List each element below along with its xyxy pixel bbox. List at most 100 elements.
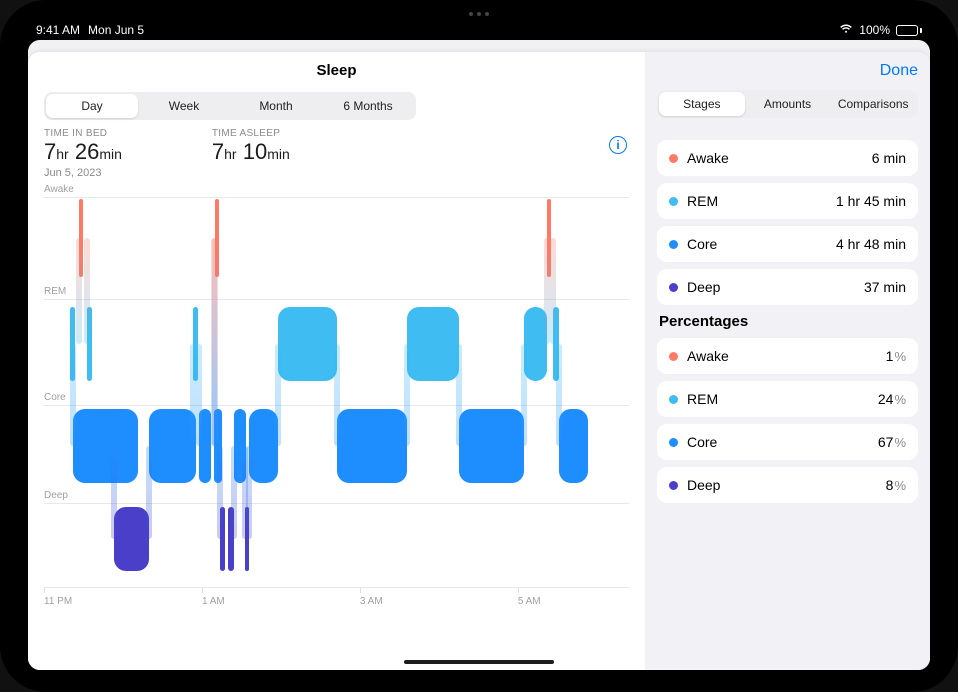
metric-date: Jun 5, 2023 — [44, 167, 629, 179]
time-asleep: TIME ASLEEP 7hr 10min — [212, 128, 290, 165]
stage-value: 4 hr 48 min — [836, 236, 906, 252]
metrics: TIME IN BED 7hr 26min TIME ASLEEP 7hr 10… — [44, 128, 629, 165]
pct-name: Deep — [687, 477, 720, 493]
stage-dot-icon — [669, 197, 678, 206]
stage-value: 6 min — [872, 150, 906, 166]
chart-segment — [249, 409, 278, 483]
stage-card-deep[interactable]: Deep37 min — [657, 269, 918, 305]
chart-connector — [211, 238, 217, 446]
chart-segment — [337, 409, 407, 483]
tab-day[interactable]: Day — [46, 94, 138, 118]
device-dots — [469, 12, 489, 16]
status-date: Mon Jun 5 — [88, 23, 144, 37]
home-indicator[interactable] — [404, 660, 554, 664]
left-pane: Sleep Day Week Month 6 Months TIME IN BE… — [28, 52, 645, 670]
sleep-chart[interactable]: Awake REM Core Deep — [44, 187, 629, 607]
stage-dot-icon — [669, 481, 678, 490]
tab-stages[interactable]: Stages — [659, 92, 745, 116]
stage-dot-icon — [669, 154, 678, 163]
stage-value: 1 hr 45 min — [836, 193, 906, 209]
asleep-hours: 7 — [212, 139, 224, 164]
bed-mins: 26 — [75, 139, 99, 164]
right-pane: Done Stages Amounts Comparisons Awake 6 m… — [645, 52, 930, 670]
chart-segment — [73, 409, 137, 483]
chart-segment — [114, 507, 149, 571]
ipad-frame: 9:41 AM Mon Jun 5 100% Sleep Day Week Mo… — [0, 0, 958, 692]
sleep-card: Sleep Day Week Month 6 Months TIME IN BE… — [28, 52, 930, 670]
chart-connector — [246, 446, 252, 539]
percentages-list: Awake 1% REM 24% Core 67% Deep 8% — [657, 338, 918, 503]
xlabel-5am: 5 AM — [518, 596, 541, 607]
pct-card-deep[interactable]: Deep 8% — [657, 467, 918, 503]
chart-connector — [196, 344, 202, 446]
xlabel-1am: 1 AM — [202, 596, 225, 607]
pct-name: REM — [687, 391, 718, 407]
stage-card-core[interactable]: Core 4 hr 48 min — [657, 226, 918, 262]
tab-amounts[interactable]: Amounts — [745, 92, 831, 116]
stage-dot-icon — [669, 395, 678, 404]
chart-connector — [556, 344, 562, 446]
percentages-header: Percentages — [659, 313, 918, 330]
chart-connector — [84, 238, 90, 344]
chart-connector — [334, 344, 340, 446]
pct-name: Awake — [687, 348, 729, 364]
row-label-core: Core — [44, 392, 66, 405]
chart-connector — [275, 344, 281, 446]
chart-connector — [111, 446, 117, 539]
status-bar: 9:41 AM Mon Jun 5 100% — [28, 22, 930, 40]
bed-hours: 7 — [44, 139, 56, 164]
tab-week[interactable]: Week — [138, 94, 230, 118]
chart-segment — [559, 409, 588, 483]
asleep-mins: 10 — [243, 139, 267, 164]
row-label-rem: REM — [44, 286, 66, 299]
stage-name: Core — [687, 236, 717, 252]
done-button[interactable]: Done — [880, 62, 918, 80]
chart-connector — [76, 238, 82, 344]
time-asleep-label: TIME ASLEEP — [212, 128, 290, 139]
tab-month[interactable]: Month — [230, 94, 322, 118]
chart-connector — [550, 238, 556, 344]
page-title: Sleep — [44, 62, 629, 82]
stage-name: REM — [687, 193, 718, 209]
chart-segment — [149, 409, 196, 483]
stage-dot-icon — [669, 283, 678, 292]
xlabel-11pm: 11 PM — [44, 596, 72, 607]
chart-segment — [278, 307, 337, 381]
stages-list: Awake 6 min REM 1 hr 45 min Core 4 hr 48 min D… — [657, 140, 918, 305]
stage-card-awake[interactable]: Awake 6 min — [657, 140, 918, 176]
battery-pct: 100% — [859, 23, 890, 37]
row-label-awake: Awake — [44, 184, 74, 197]
pct-value: 67% — [878, 434, 906, 450]
tab-comparisons[interactable]: Comparisons — [830, 92, 916, 116]
wifi-icon — [839, 23, 853, 37]
chart-connector — [231, 446, 237, 539]
chart-connector — [521, 344, 527, 446]
tab-6months[interactable]: 6 Months — [322, 94, 414, 118]
screen: Sleep Day Week Month 6 Months TIME IN BE… — [28, 40, 930, 670]
chart-connector — [456, 344, 462, 446]
stage-value: 37 min — [864, 279, 906, 295]
stage-dot-icon — [669, 352, 678, 361]
info-icon[interactable]: i — [609, 136, 627, 154]
chart-segment — [407, 307, 460, 381]
chart-connector — [146, 446, 152, 539]
battery-icon — [896, 25, 922, 36]
chart-connector — [217, 446, 223, 539]
stage-name: Awake — [687, 150, 729, 166]
pct-card-rem[interactable]: REM 24% — [657, 381, 918, 417]
pct-value: 1% — [886, 348, 906, 364]
status-time: 9:41 AM — [36, 23, 80, 37]
detail-segmented-control: Stages Amounts Comparisons — [657, 90, 918, 118]
pct-card-awake[interactable]: Awake 1% — [657, 338, 918, 374]
stage-dot-icon — [669, 240, 678, 249]
time-in-bed-label: TIME IN BED — [44, 128, 122, 139]
chart-segment — [459, 409, 523, 483]
pct-value: 8% — [886, 477, 906, 493]
pct-name: Core — [687, 434, 717, 450]
time-in-bed: TIME IN BED 7hr 26min — [44, 128, 122, 165]
stage-card-rem[interactable]: REM 1 hr 45 min — [657, 183, 918, 219]
pct-value: 24% — [878, 391, 906, 407]
chart-connector — [404, 344, 410, 446]
stage-dot-icon — [669, 438, 678, 447]
pct-card-core[interactable]: Core 67% — [657, 424, 918, 460]
